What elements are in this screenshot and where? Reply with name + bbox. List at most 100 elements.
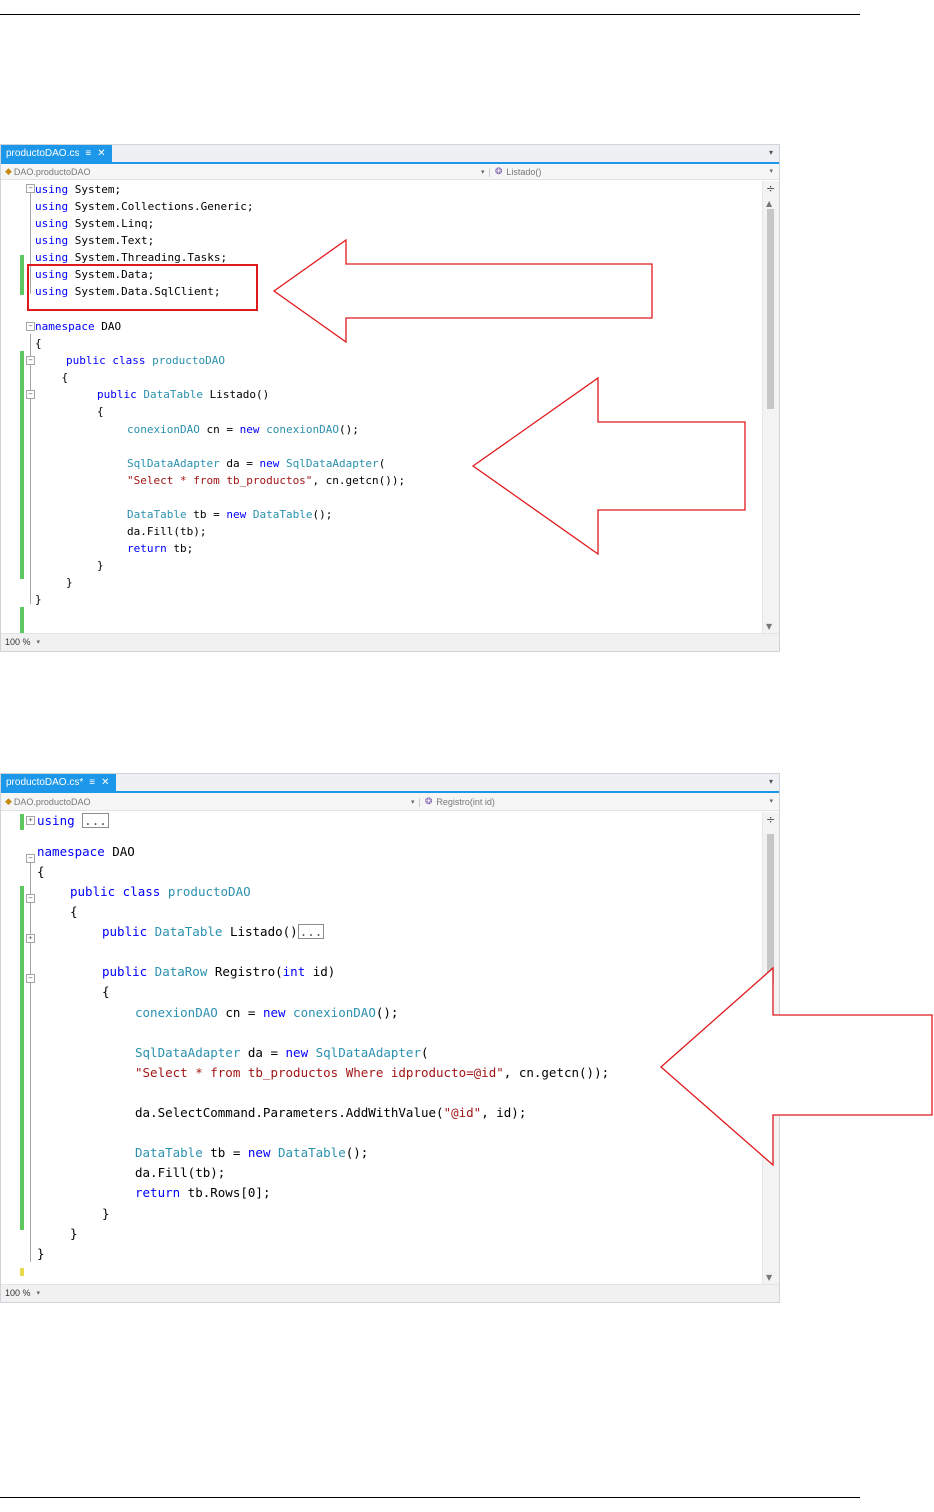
highlight-box xyxy=(27,264,258,311)
document-tab-strip: productoDAO.cs ≡ ✕ ▾ xyxy=(1,145,779,164)
code-line: using System.Threading.Tasks; xyxy=(35,251,228,264)
scroll-thumb[interactable] xyxy=(767,834,774,984)
zoom-level: 100 % xyxy=(5,1288,31,1298)
outline-guide xyxy=(30,857,31,1262)
editor-status-row: 100 % ▾ xyxy=(1,633,779,651)
zoom-dropdown[interactable]: 100 % ▾ xyxy=(5,637,40,647)
chevron-down-icon: ▾ xyxy=(36,1290,41,1297)
code-line: public class productoDAO xyxy=(70,884,251,899)
code-line: DataTable tb = new DataTable(); xyxy=(135,1145,369,1160)
code-line: { xyxy=(102,984,110,999)
split-icon[interactable]: ÷ xyxy=(766,182,775,195)
chevron-down-icon[interactable]: ▾ xyxy=(769,167,773,175)
code-text-area[interactable]: + − − + − using ... namespace DAO { publ… xyxy=(1,812,763,1284)
chevron-down-icon: ▾ xyxy=(36,639,41,646)
code-line: { xyxy=(35,371,69,384)
vertical-scrollbar[interactable]: ÷ ▲ ▼ xyxy=(762,181,779,633)
change-indicator xyxy=(20,886,24,1230)
split-icon[interactable]: ÷ xyxy=(766,813,775,826)
chevron-down-icon[interactable]: ▾ xyxy=(769,148,773,157)
code-line: } xyxy=(70,1226,78,1241)
change-indicator xyxy=(20,255,24,295)
code-line: public DataRow Registro(int id) xyxy=(102,964,336,979)
close-icon[interactable]: ✕ xyxy=(97,148,105,159)
fold-toggle-icon[interactable]: − xyxy=(26,894,35,903)
code-line: } xyxy=(37,1246,45,1261)
expand-toggle-icon[interactable]: + xyxy=(26,934,35,943)
code-line: } xyxy=(35,593,42,606)
method-icon: ❂ xyxy=(424,796,433,806)
page-top-rule xyxy=(0,14,860,15)
scroll-down-icon[interactable]: ▼ xyxy=(766,1273,772,1282)
code-line: } xyxy=(97,559,104,572)
change-indicator xyxy=(20,814,24,830)
pin-icon[interactable]: ≡ xyxy=(85,148,91,159)
code-line: SqlDataAdapter da = new SqlDataAdapter( xyxy=(135,1045,429,1060)
document-tab[interactable]: productoDAO.cs* ≡ ✕ xyxy=(1,774,116,791)
chevron-down-icon: ▾ xyxy=(481,168,485,176)
fold-toggle-icon[interactable]: − xyxy=(26,974,35,983)
code-line: conexionDAO cn = new conexionDAO(); xyxy=(127,423,359,436)
code-line: DataTable tb = new DataTable(); xyxy=(127,508,333,521)
type-dropdown-label: DAO.productoDAO xyxy=(13,796,91,807)
chevron-down-icon[interactable]: ▾ xyxy=(769,797,773,805)
class-icon: ◆ xyxy=(5,796,12,806)
collapsed-region[interactable]: ... xyxy=(297,924,325,940)
class-icon: ◆ xyxy=(5,166,12,176)
fold-toggle-icon[interactable]: − xyxy=(26,322,35,331)
outline-guide xyxy=(30,334,31,604)
code-line: return tb.Rows[0]; xyxy=(135,1185,271,1200)
close-icon[interactable]: ✕ xyxy=(101,777,109,788)
code-line: return tb; xyxy=(127,542,194,555)
code-line: conexionDAO cn = new conexionDAO(); xyxy=(135,1005,399,1020)
annotation-arrow xyxy=(660,966,933,1167)
fold-toggle-icon[interactable]: − xyxy=(26,390,35,399)
chevron-down-icon: ▾ xyxy=(411,798,415,806)
tab-label: productoDAO.cs xyxy=(6,148,80,159)
annotation-arrow xyxy=(471,376,746,556)
scroll-down-icon[interactable]: ▼ xyxy=(766,622,772,631)
pin-icon[interactable]: ≡ xyxy=(89,777,95,788)
code-line: SqlDataAdapter da = new SqlDataAdapter( xyxy=(127,457,386,470)
code-line: { xyxy=(97,405,104,418)
fold-toggle-icon[interactable]: − xyxy=(26,356,35,365)
collapsed-region[interactable]: ... xyxy=(82,813,109,829)
member-dropdown[interactable]: ▾ | ❂ Registro(int id) xyxy=(411,796,495,807)
method-icon: ❂ xyxy=(494,166,503,176)
code-line: "Select * from tb_productos", cn.getcn()… xyxy=(127,474,406,487)
code-line: using System.Linq; xyxy=(35,217,155,230)
code-line: namespace DAO xyxy=(37,844,135,859)
editor-status-row: 100 % ▾ xyxy=(1,1284,779,1302)
code-line: { xyxy=(35,337,42,350)
fold-toggle-icon[interactable]: − xyxy=(26,854,35,863)
code-line: using System; xyxy=(35,183,122,196)
code-line: } xyxy=(66,576,73,589)
code-line: { xyxy=(70,904,78,919)
chevron-down-icon[interactable]: ▾ xyxy=(769,777,773,786)
code-line: } xyxy=(102,1206,110,1221)
fold-toggle-icon[interactable]: − xyxy=(26,184,35,193)
code-line: using System.Text; xyxy=(35,234,155,247)
type-dropdown-label: DAO.productoDAO xyxy=(13,166,91,177)
page-bottom-rule xyxy=(0,1497,860,1498)
scroll-thumb[interactable] xyxy=(767,209,774,409)
scroll-up-icon[interactable]: ▲ xyxy=(766,199,772,208)
code-line: public class productoDAO xyxy=(66,354,225,367)
tab-label: productoDAO.cs* xyxy=(6,777,84,788)
code-line: using ... xyxy=(37,813,109,829)
code-line: "Select * from tb_productos Where idprod… xyxy=(135,1065,610,1080)
zoom-dropdown[interactable]: 100 % ▾ xyxy=(5,1288,40,1298)
type-dropdown[interactable]: ◆ DAO.productoDAO xyxy=(5,166,90,177)
change-indicator xyxy=(20,351,24,579)
annotation-arrow xyxy=(272,238,653,344)
code-line: public DataTable Listado() xyxy=(97,388,270,401)
member-dropdown[interactable]: ▾ | ❂ Listado() xyxy=(481,166,541,177)
zoom-level: 100 % xyxy=(5,637,31,647)
member-dropdown-label: Registro(int id) xyxy=(436,796,495,807)
expand-toggle-icon[interactable]: + xyxy=(26,816,35,825)
document-tab[interactable]: productoDAO.cs ≡ ✕ xyxy=(1,145,112,162)
code-line: da.Fill(tb); xyxy=(127,525,207,538)
type-dropdown[interactable]: ◆ DAO.productoDAO xyxy=(5,796,90,807)
document-tab-strip: productoDAO.cs* ≡ ✕ ▾ xyxy=(1,774,779,793)
code-line: public DataTable Listado()... xyxy=(102,924,325,940)
